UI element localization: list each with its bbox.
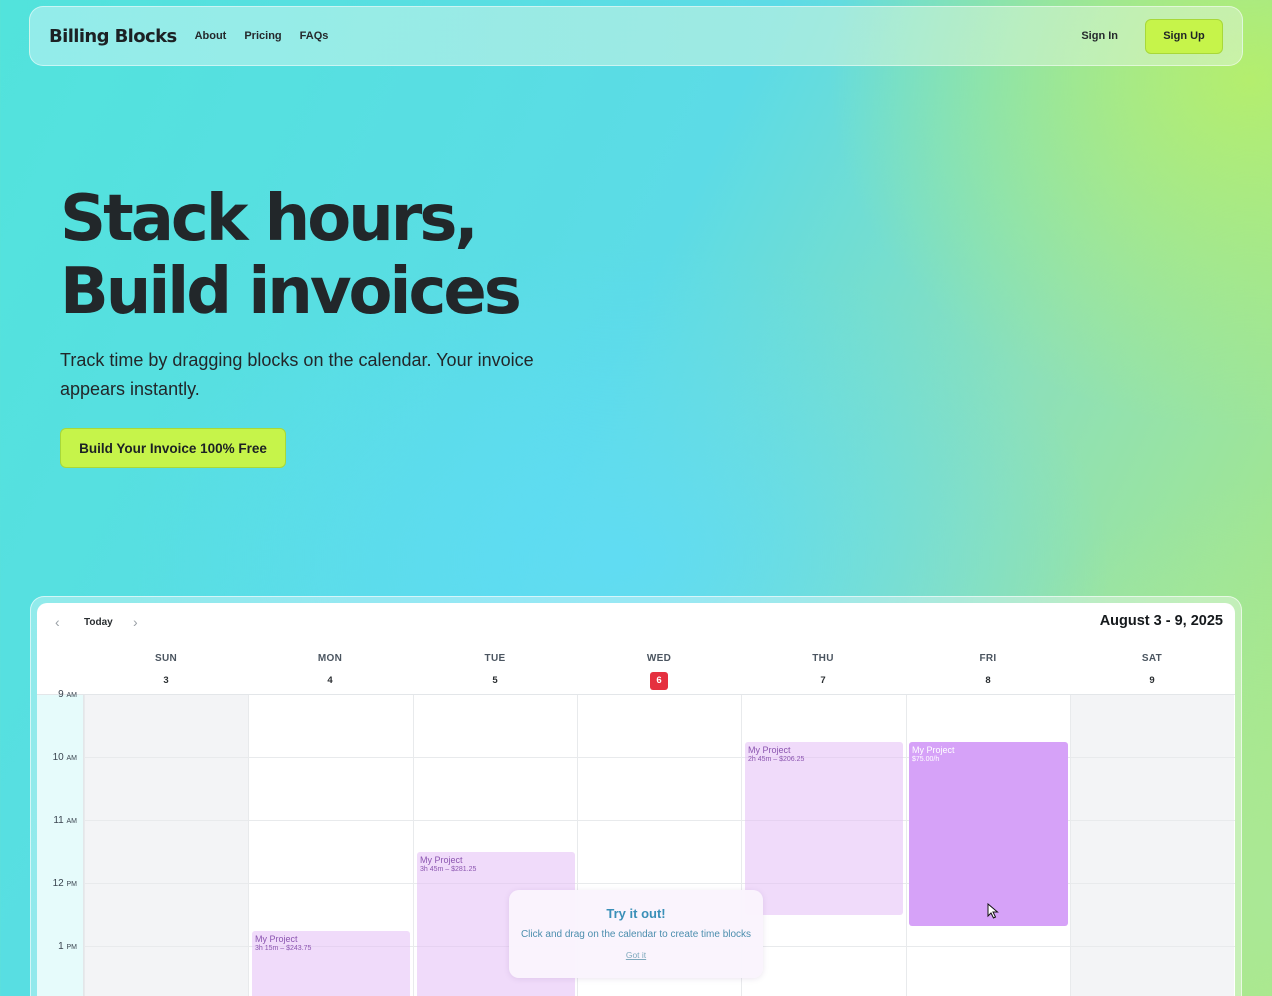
- nav-link-pricing[interactable]: Pricing: [244, 30, 281, 42]
- time-block-summary: 2h 45m – $206.25: [748, 756, 805, 763]
- day-name: TUE: [484, 653, 506, 664]
- time-label: 10 AM: [52, 752, 77, 763]
- day-number[interactable]: 3: [157, 672, 175, 690]
- next-week-icon[interactable]: ›: [133, 614, 138, 630]
- build-invoice-button[interactable]: Build Your Invoice 100% Free: [60, 428, 286, 468]
- calendar-header: ‹ Today › August 3 - 9, 2025: [37, 603, 1235, 643]
- time-label: 12 PM: [52, 878, 77, 889]
- date-range-title: August 3 - 9, 2025: [1099, 613, 1223, 629]
- sign-up-button[interactable]: Sign Up: [1145, 18, 1223, 54]
- time-column: 9 AM 10 AM 11 AM 12 PM 1 PM: [37, 689, 84, 996]
- brand-logo[interactable]: Billing Blocks: [49, 26, 177, 47]
- time-block[interactable]: My Project 2h 45m – $206.25: [745, 742, 903, 915]
- day-header-fri: FRI 8: [906, 653, 1070, 690]
- day-name: SUN: [154, 653, 177, 664]
- day-name: MON: [317, 653, 343, 664]
- day-header-mon: MON 4: [248, 653, 412, 690]
- got-it-link[interactable]: Got it: [509, 950, 763, 960]
- day-column-sat[interactable]: [1070, 695, 1234, 996]
- day-name: WED: [646, 653, 672, 664]
- day-header-tue: TUE 5: [413, 653, 577, 690]
- day-name: SAT: [1141, 653, 1163, 664]
- day-number[interactable]: 7: [814, 672, 832, 690]
- popup-title: Try it out!: [606, 906, 666, 921]
- top-navbar: Billing Blocks About Pricing FAQs Sign I…: [29, 6, 1243, 66]
- hero-title: Stack hours, Build invoices: [60, 182, 522, 329]
- day-number[interactable]: 8: [979, 672, 997, 690]
- time-block-title: My Project: [748, 745, 791, 755]
- day-header-wed: WED 6: [577, 653, 741, 690]
- time-label: 9 AM: [58, 689, 77, 700]
- day-column-sun[interactable]: [84, 695, 248, 996]
- hero-title-line-1: Stack hours,: [60, 182, 479, 256]
- hero-title-line-2: Build invoices: [60, 255, 522, 329]
- time-block-summary: 3h 45m – $281.25: [420, 866, 477, 873]
- time-block-title: My Project: [912, 745, 955, 755]
- day-header-thu: THU 7: [741, 653, 905, 690]
- day-number-today[interactable]: 6: [650, 672, 668, 690]
- day-number[interactable]: 5: [486, 672, 504, 690]
- time-block-title: My Project: [255, 934, 298, 944]
- day-number[interactable]: 9: [1143, 672, 1161, 690]
- time-label: 1 PM: [58, 941, 77, 952]
- time-block-rate: $75.00/h: [912, 756, 940, 763]
- mouse-cursor-icon: [987, 903, 999, 919]
- time-block-title: My Project: [420, 855, 463, 865]
- popup-text: Click and drag on the calendar to create…: [520, 929, 752, 940]
- day-header-sat: SAT 9: [1070, 653, 1234, 690]
- day-name: THU: [812, 653, 834, 664]
- nav-link-about[interactable]: About: [195, 30, 227, 42]
- prev-week-icon[interactable]: ‹: [55, 614, 60, 630]
- try-it-out-popup: Try it out! Click and drag on the calend…: [509, 890, 763, 978]
- time-block-active[interactable]: My Project $75.00/h: [909, 742, 1068, 926]
- time-label: 11 AM: [53, 815, 77, 826]
- day-name: FRI: [979, 653, 997, 664]
- sign-in-link[interactable]: Sign In: [1081, 30, 1118, 42]
- nav-link-faqs[interactable]: FAQs: [300, 30, 329, 42]
- today-button[interactable]: Today: [84, 617, 113, 628]
- hero-subtitle: Track time by dragging blocks on the cal…: [60, 350, 534, 399]
- day-header-sun: SUN 3: [84, 653, 248, 690]
- time-block[interactable]: My Project 3h 15m – $243.75: [252, 931, 410, 996]
- day-number[interactable]: 4: [321, 672, 339, 690]
- time-block-summary: 3h 15m – $243.75: [255, 945, 312, 952]
